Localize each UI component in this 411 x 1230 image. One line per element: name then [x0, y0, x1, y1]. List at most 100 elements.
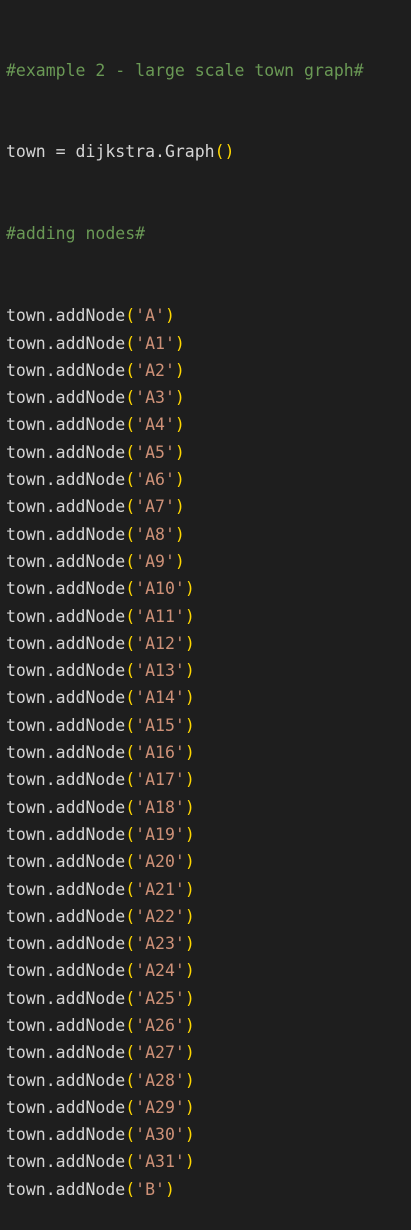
close-paren: ): [174, 388, 185, 408]
close-paren: ): [164, 1179, 175, 1199]
close-paren: ): [164, 306, 175, 326]
node-name-string: 'A11': [135, 606, 185, 626]
node-name-string: 'A3': [135, 388, 175, 408]
node-name-string: 'A17': [135, 770, 185, 790]
call-prefix: town.addNode: [6, 333, 126, 353]
close-paren: ): [174, 442, 185, 462]
call-prefix: town.addNode: [6, 934, 126, 954]
node-name-string: 'A22': [135, 906, 185, 926]
node-name-string: 'A31': [135, 1152, 185, 1172]
open-paren: (: [125, 715, 136, 735]
open-paren: (: [125, 1179, 136, 1199]
code-line-add-node: town.addNode('A6'): [6, 466, 411, 493]
node-name-string: 'A9': [135, 551, 175, 571]
code-line-add-node: town.addNode('A18'): [6, 794, 411, 821]
code-editor[interactable]: #example 2 - large scale town graph# tow…: [0, 0, 411, 1199]
close-paren: ): [184, 824, 195, 844]
code-line-add-node: town.addNode('A16'): [6, 739, 411, 766]
code-line-add-node: town.addNode('A15'): [6, 712, 411, 739]
node-name-string: 'A27': [135, 1043, 185, 1063]
node-name-string: 'A4': [135, 415, 175, 435]
node-name-string: 'B': [135, 1179, 165, 1199]
node-name-string: 'A23': [135, 934, 185, 954]
open-paren: (: [125, 1043, 136, 1063]
node-name-string: 'A13': [135, 661, 185, 681]
call-prefix: town.addNode: [6, 770, 126, 790]
open-paren: (: [125, 1125, 136, 1145]
code-line-add-node: town.addNode('A2'): [6, 357, 411, 384]
close-paren: ): [174, 470, 185, 490]
call-prefix: town.addNode: [6, 688, 126, 708]
node-name-string: 'A5': [135, 442, 175, 462]
close-paren: ): [184, 606, 195, 626]
call-prefix: town.addNode: [6, 961, 126, 981]
node-name-string: 'A24': [135, 961, 185, 981]
open-paren: (: [125, 388, 136, 408]
node-name-string: 'A14': [135, 688, 185, 708]
node-name-string: 'A20': [135, 852, 185, 872]
close-paren: ): [184, 579, 195, 599]
code-line-add-node: town.addNode('A19'): [6, 821, 411, 848]
node-name-string: 'A': [135, 306, 165, 326]
code-line-add-node: town.addNode('A31'): [6, 1148, 411, 1175]
open-paren: (: [125, 1015, 136, 1035]
call-prefix: town.addNode: [6, 524, 126, 544]
open-paren: (: [125, 360, 136, 380]
code-line-comment-nodes: #adding nodes#: [6, 220, 411, 247]
graph-init-parens: (): [214, 142, 235, 162]
open-paren: (: [125, 1097, 136, 1117]
close-paren: ): [184, 852, 195, 872]
close-paren: ): [174, 360, 185, 380]
close-paren: ): [184, 1070, 195, 1090]
close-paren: ): [174, 415, 185, 435]
node-name-string: 'A29': [135, 1097, 185, 1117]
open-paren: (: [125, 524, 136, 544]
node-name-string: 'A15': [135, 715, 185, 735]
open-paren: (: [125, 797, 136, 817]
node-name-string: 'A2': [135, 360, 175, 380]
code-line-add-node: town.addNode('A27'): [6, 1039, 411, 1066]
close-paren: ): [184, 633, 195, 653]
code-line-comment-title: #example 2 - large scale town graph#: [6, 57, 411, 84]
call-prefix: town.addNode: [6, 879, 126, 899]
open-paren: (: [125, 470, 136, 490]
node-name-string: 'A12': [135, 633, 185, 653]
node-name-string: 'A18': [135, 797, 185, 817]
close-paren: ): [184, 934, 195, 954]
node-name-string: 'A6': [135, 470, 175, 490]
code-line-add-node: town.addNode('A1'): [6, 330, 411, 357]
call-prefix: town.addNode: [6, 824, 126, 844]
open-paren: (: [125, 770, 136, 790]
open-paren: (: [125, 824, 136, 844]
call-prefix: town.addNode: [6, 743, 126, 763]
close-paren: ): [184, 1125, 195, 1145]
call-prefix: town.addNode: [6, 388, 126, 408]
call-prefix: town.addNode: [6, 715, 126, 735]
open-paren: (: [125, 306, 136, 326]
open-paren: (: [125, 852, 136, 872]
close-paren: ): [184, 1015, 195, 1035]
open-paren: (: [125, 1070, 136, 1090]
call-prefix: town.addNode: [6, 442, 126, 462]
open-paren: (: [125, 661, 136, 681]
node-name-string: 'A1': [135, 333, 175, 353]
close-paren: ): [184, 1152, 195, 1172]
code-line-add-node: town.addNode('A13'): [6, 657, 411, 684]
code-line-add-node: town.addNode('A11'): [6, 603, 411, 630]
code-line-add-node: town.addNode('A30'): [6, 1121, 411, 1148]
node-name-string: 'A8': [135, 524, 175, 544]
call-prefix: town.addNode: [6, 1152, 126, 1172]
call-prefix: town.addNode: [6, 470, 126, 490]
call-prefix: town.addNode: [6, 1097, 126, 1117]
close-paren: ): [184, 961, 195, 981]
code-line-add-node: town.addNode('A23'): [6, 930, 411, 957]
close-paren: ): [184, 1097, 195, 1117]
add-node-lines: town.addNode('A') town.addNode('A1') town.…: [6, 302, 411, 1203]
call-prefix: town.addNode: [6, 1125, 126, 1145]
call-prefix: town.addNode: [6, 306, 126, 326]
open-paren: (: [125, 551, 136, 571]
call-prefix: town.addNode: [6, 1070, 126, 1090]
close-paren: ): [174, 551, 185, 571]
call-prefix: town.addNode: [6, 852, 126, 872]
open-paren: (: [125, 497, 136, 517]
